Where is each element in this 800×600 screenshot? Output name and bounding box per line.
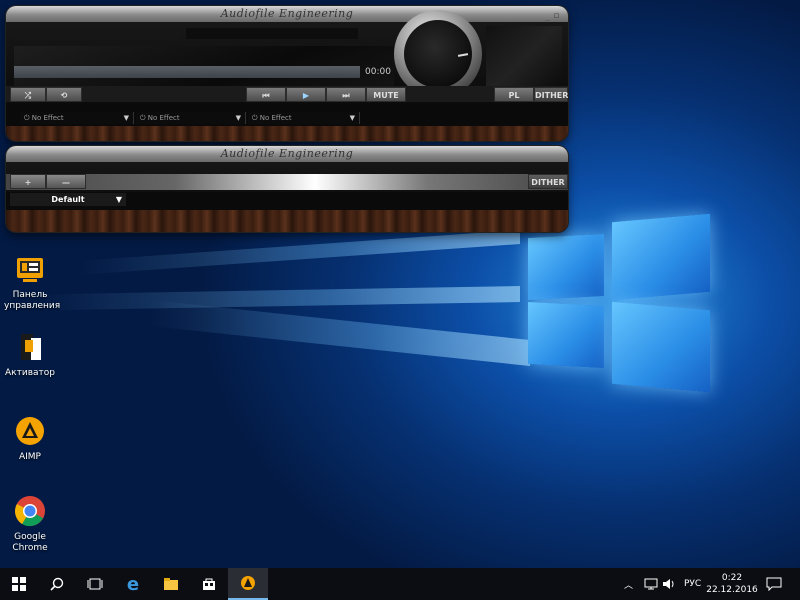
repeat-icon: ⟲ bbox=[60, 91, 68, 100]
eq-dither-button[interactable]: DITHER bbox=[528, 174, 568, 189]
windows-logo-pane bbox=[528, 302, 604, 368]
desktop-icon-chrome[interactable]: Google Chrome bbox=[4, 494, 56, 554]
chevron-down-icon: ▼ bbox=[115, 195, 122, 204]
dither-button[interactable]: DITHER bbox=[534, 87, 568, 102]
previous-icon: ⏮ bbox=[262, 91, 270, 100]
clock[interactable]: 0:22 22.12.2016 bbox=[706, 568, 758, 600]
chevron-down-icon: ▼ bbox=[235, 114, 241, 122]
desktop-icon-activator[interactable]: Активатор bbox=[4, 330, 56, 379]
network-icon bbox=[644, 578, 658, 590]
eq-remove-button[interactable]: — bbox=[46, 174, 86, 189]
clock-date: 22.12.2016 bbox=[706, 585, 758, 595]
volume-button[interactable] bbox=[662, 568, 676, 600]
clock-time: 0:22 bbox=[721, 573, 743, 583]
activator-icon bbox=[13, 330, 47, 364]
eq-title: Audiofile Engineering bbox=[220, 147, 354, 160]
desktop-icon-control-panel[interactable]: Панель управления bbox=[4, 252, 60, 312]
edge-button[interactable]: e bbox=[114, 568, 152, 600]
playlist-button[interactable]: PL bbox=[494, 87, 534, 102]
aimp-taskbar-button[interactable] bbox=[228, 568, 268, 600]
minus-icon: — bbox=[62, 178, 70, 187]
desktop-icon-aimp[interactable]: AIMP bbox=[4, 414, 56, 463]
track-info-display bbox=[186, 28, 358, 39]
power-icon: ⏻ bbox=[140, 114, 148, 122]
track-title-display bbox=[14, 28, 180, 39]
task-view-button[interactable] bbox=[76, 568, 114, 600]
repeat-button[interactable]: ⟲ bbox=[46, 87, 82, 102]
eq-preset-dropdown[interactable]: Default ▼ bbox=[10, 193, 126, 206]
action-center-button[interactable] bbox=[766, 568, 782, 600]
volume-indicator bbox=[457, 53, 469, 57]
eq-slider-bar[interactable] bbox=[6, 174, 568, 190]
windows-icon bbox=[12, 577, 26, 591]
store-icon bbox=[203, 578, 215, 590]
chevron-down-icon: ▼ bbox=[123, 114, 129, 122]
side-panel bbox=[486, 26, 562, 90]
play-icon: ▶ bbox=[302, 91, 310, 100]
player-title: Audiofile Engineering bbox=[220, 7, 354, 20]
power-icon: ⏻ bbox=[252, 114, 260, 122]
player-title-bar[interactable]: Audiofile Engineering _ ▫ bbox=[6, 6, 568, 22]
chevron-down-icon: ▼ bbox=[349, 114, 355, 122]
previous-button[interactable]: ⏮ bbox=[246, 87, 286, 102]
windows-logo-pane bbox=[612, 301, 710, 393]
tray-overflow-button[interactable]: ︿ bbox=[624, 568, 633, 600]
next-button[interactable]: ⏭ bbox=[326, 87, 366, 102]
power-icon: ⏻ bbox=[24, 114, 32, 122]
equalizer-window[interactable]: Audiofile Engineering + — DITHER Default… bbox=[6, 146, 568, 232]
speaker-icon bbox=[663, 579, 674, 589]
shuffle-icon: ⤮ bbox=[24, 91, 32, 100]
notification-icon bbox=[766, 577, 782, 591]
close-icon[interactable]: ▫ bbox=[553, 11, 560, 21]
effect-dropdown-1[interactable]: ⏻ No Effect ▼ bbox=[20, 112, 134, 124]
chrome-icon bbox=[13, 494, 47, 528]
search-button[interactable] bbox=[38, 568, 76, 600]
search-icon bbox=[50, 577, 64, 591]
player-window[interactable]: Audiofile Engineering _ ▫ 00:00 ⤮ ⟲ ⏮ ▶ … bbox=[6, 6, 568, 141]
aimp-icon bbox=[241, 576, 255, 590]
start-button[interactable] bbox=[0, 568, 38, 600]
eq-title-bar[interactable]: Audiofile Engineering bbox=[6, 146, 568, 162]
taskbar: e ︿ РУС 0:22 22.12.2016 bbox=[0, 568, 800, 600]
chevron-up-icon: ︿ bbox=[624, 580, 634, 591]
control-panel-icon bbox=[13, 252, 47, 286]
effect-dropdown-3[interactable]: ⏻ No Effect ▼ bbox=[248, 112, 360, 124]
windows-logo-pane bbox=[612, 213, 710, 301]
play-button[interactable]: ▶ bbox=[286, 87, 326, 102]
mute-button[interactable]: MUTE bbox=[366, 87, 406, 102]
aimp-icon bbox=[13, 414, 47, 448]
file-explorer-button[interactable] bbox=[152, 568, 190, 600]
store-button[interactable] bbox=[190, 568, 228, 600]
plus-icon: + bbox=[24, 178, 32, 187]
seek-bar[interactable] bbox=[14, 66, 360, 78]
eq-add-button[interactable]: + bbox=[10, 174, 46, 189]
minimize-icon[interactable]: _ bbox=[545, 11, 550, 21]
volume-knob[interactable] bbox=[394, 10, 482, 98]
windows-logo-pane bbox=[528, 234, 604, 300]
light-beam bbox=[150, 300, 530, 366]
edge-icon: e bbox=[126, 573, 140, 595]
wood-panel bbox=[6, 126, 568, 141]
eq-wood-panel bbox=[6, 210, 568, 232]
task-view-icon bbox=[87, 578, 103, 590]
effect-dropdown-2[interactable]: ⏻ No Effect ▼ bbox=[136, 112, 246, 124]
time-display: 00:00 bbox=[365, 67, 391, 77]
language-indicator[interactable]: РУС bbox=[684, 568, 701, 600]
network-button[interactable] bbox=[644, 568, 658, 600]
light-beam bbox=[80, 230, 520, 275]
shuffle-button[interactable]: ⤮ bbox=[10, 87, 46, 102]
folder-icon bbox=[164, 578, 178, 590]
next-icon: ⏭ bbox=[342, 91, 350, 100]
window-controls: _ ▫ bbox=[545, 8, 560, 24]
volume-knob-face bbox=[404, 20, 472, 88]
light-beam bbox=[40, 286, 520, 311]
